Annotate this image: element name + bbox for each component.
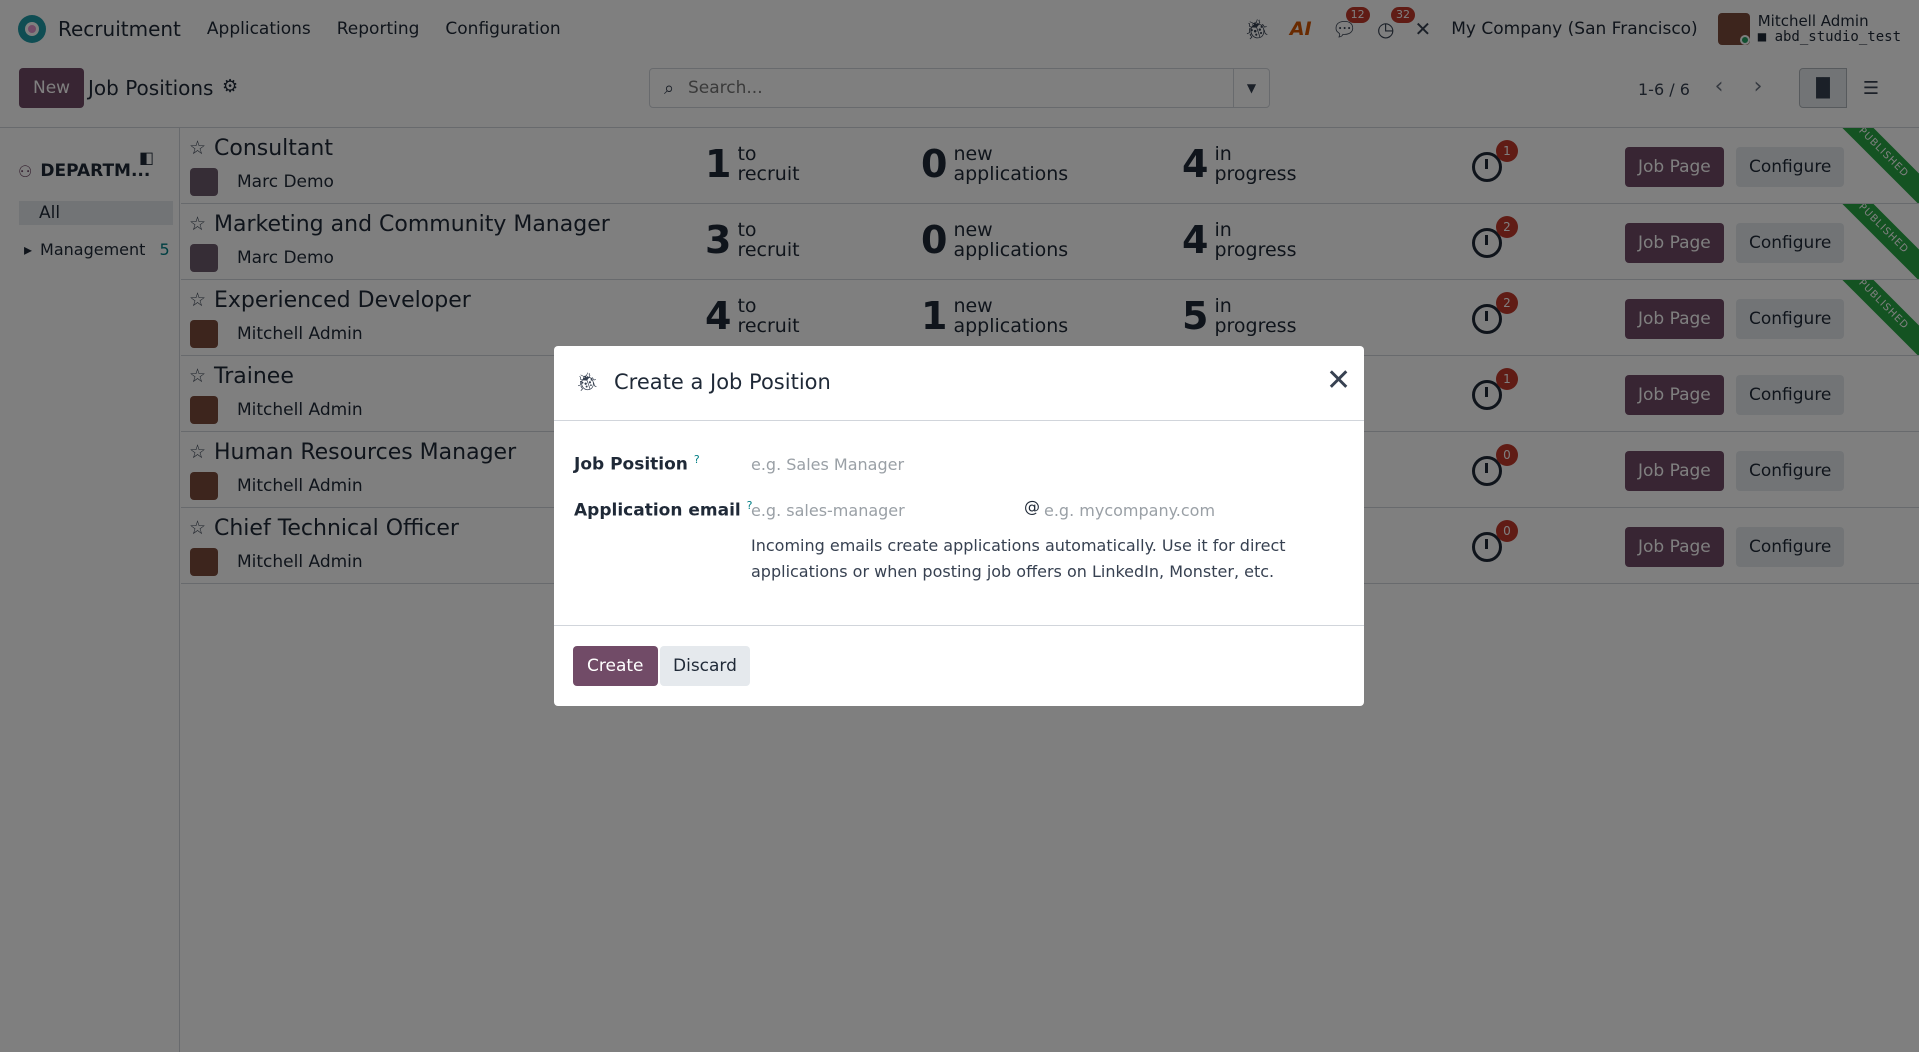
- email-at-sign: @: [1024, 497, 1040, 516]
- close-icon[interactable]: ✕: [1326, 366, 1351, 396]
- dialog-footer: Create Discard: [554, 626, 1364, 706]
- email-help-text: Incoming emails create applications auto…: [751, 536, 1286, 581]
- help-tooltip-icon[interactable]: ?: [694, 453, 700, 466]
- job-position-field[interactable]: [751, 455, 1331, 474]
- create-button[interactable]: Create: [573, 646, 658, 686]
- application-email-label: Application email ?: [574, 499, 753, 521]
- discard-button[interactable]: Discard: [660, 646, 750, 686]
- email-domain-field[interactable]: [1044, 501, 1324, 520]
- email-alias-field[interactable]: [751, 501, 1011, 520]
- dialog-title: Create a Job Position: [614, 370, 831, 394]
- job-position-label: Job Position ?: [574, 453, 700, 475]
- create-job-dialog: 🐞︎ Create a Job Position ✕ Job Position …: [554, 346, 1364, 706]
- bug-icon[interactable]: 🐞︎: [576, 372, 599, 393]
- job-position-label-text: Job Position: [574, 454, 688, 475]
- application-email-label-text: Application email: [574, 500, 741, 521]
- dialog-body: Job Position ? Application email ? @ Inc…: [554, 421, 1364, 626]
- dialog-header: 🐞︎ Create a Job Position ✕: [554, 346, 1364, 421]
